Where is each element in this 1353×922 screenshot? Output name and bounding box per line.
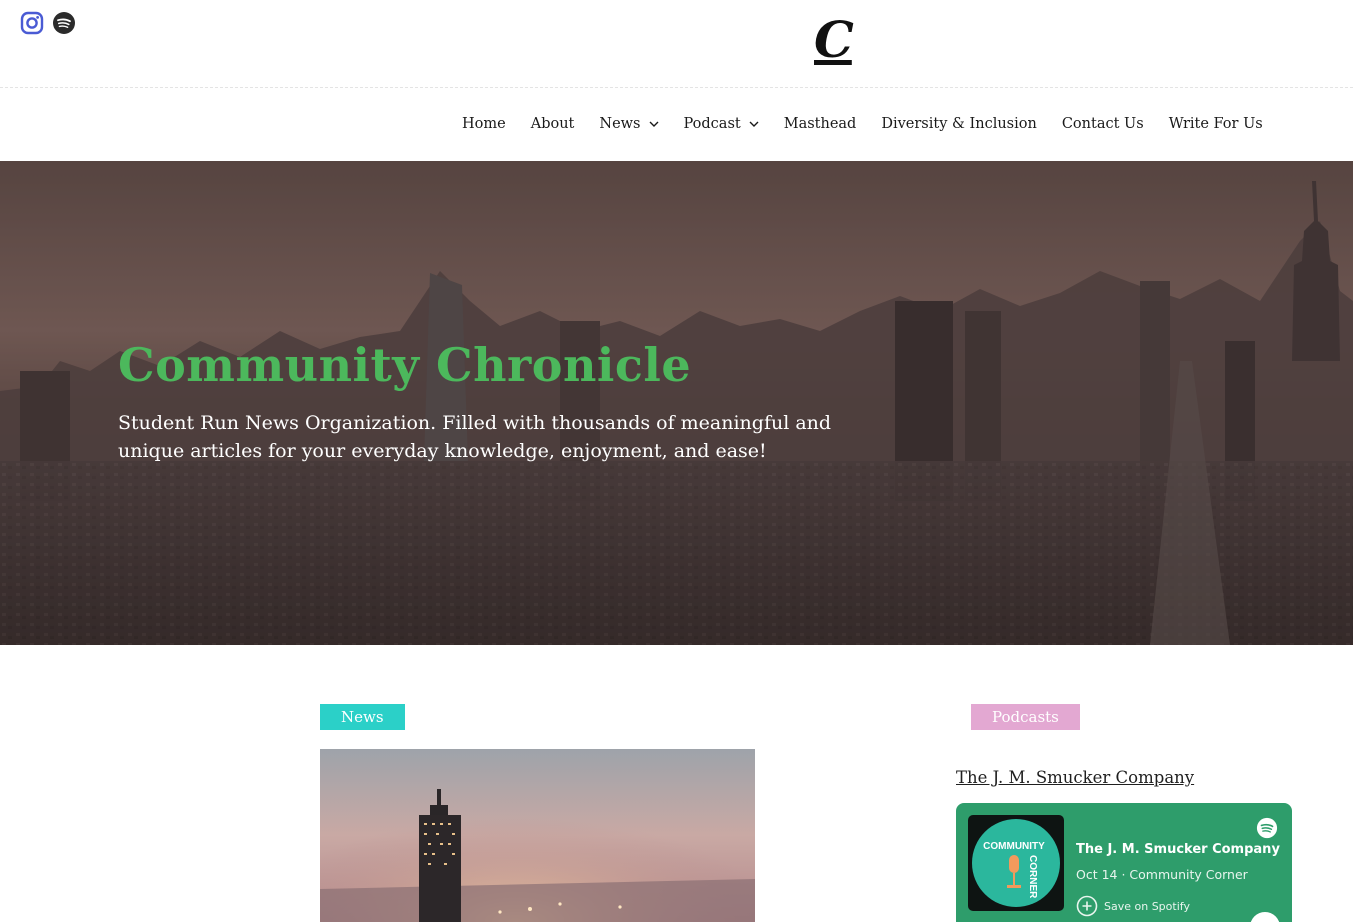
instagram-icon [20, 11, 44, 35]
spotify-icon [53, 12, 75, 34]
podcast-cover-art: COMMUNITY CORNER [968, 815, 1064, 911]
podcast-episode-title[interactable]: The J. M. Smucker Company [956, 768, 1194, 787]
nav-item-write-for-us[interactable]: Write For Us [1169, 116, 1263, 132]
nav-item-contact-us[interactable]: Contact Us [1062, 116, 1144, 132]
save-label: Save on Spotify [1104, 899, 1190, 913]
instagram-link[interactable] [20, 11, 44, 35]
hero-banner: Community Chronicle Student Run News Org… [0, 161, 1353, 645]
add-circle-icon [1076, 895, 1098, 917]
nav-item-label: Diversity & Inclusion [881, 116, 1037, 132]
embed-episode-meta: Oct 14 · Community Corner [1076, 867, 1248, 882]
play-button[interactable] [1250, 912, 1280, 922]
nav-list: Home About News Podcast Masthead Diversity & … [462, 116, 1263, 132]
hero-title: Community Chronicle [118, 338, 692, 392]
nav-item-label: Contact Us [1061, 116, 1144, 132]
nav-item-news[interactable]: News [599, 116, 658, 132]
nav-item-masthead[interactable]: Masthead [784, 116, 857, 132]
hero-subtitle: Student Run News Organization. Filled wi… [118, 412, 832, 462]
city-skyline-image [0, 161, 1353, 645]
nav-item-label: About [530, 116, 575, 132]
site-logo[interactable]: C [814, 14, 854, 66]
nav-item-label: Masthead [783, 116, 857, 132]
spotify-embed[interactable]: COMMUNITY CORNER The J. M. Smucker Compa… [956, 803, 1292, 922]
chevron-down-icon [749, 121, 759, 127]
cover-line2: CORNER [1027, 855, 1038, 899]
nav-item-diversity-inclusion[interactable]: Diversity & Inclusion [881, 116, 1037, 132]
podcasts-section-tag[interactable]: Podcasts [971, 704, 1080, 730]
nav-item-label: Write For Us [1168, 116, 1263, 132]
news-section-tag[interactable]: News [320, 704, 405, 730]
nav-item-label: Podcast [683, 116, 741, 132]
chevron-down-icon [649, 121, 658, 127]
news-featured-image[interactable] [320, 749, 755, 922]
cover-line1: COMMUNITY [983, 841, 1045, 852]
spotify-link[interactable] [52, 11, 76, 35]
skyscraper-photo [320, 749, 755, 922]
embed-episode-title[interactable]: The J. M. Smucker Company - Ep [1076, 842, 1282, 857]
nav-item-label: Home [462, 116, 506, 132]
spotify-logo-icon[interactable] [1256, 817, 1278, 839]
nav-item-about[interactable]: About [531, 116, 575, 132]
nav-item-podcast[interactable]: Podcast [684, 116, 759, 132]
nav-item-label: News [599, 116, 641, 132]
main-nav: Home About News Podcast Masthead Diversity & … [0, 88, 1353, 161]
save-on-spotify-button[interactable]: Save on Spotify [1076, 895, 1190, 917]
nav-item-home[interactable]: Home [462, 116, 506, 132]
top-bar: C [0, 0, 1353, 88]
social-links [20, 11, 76, 35]
